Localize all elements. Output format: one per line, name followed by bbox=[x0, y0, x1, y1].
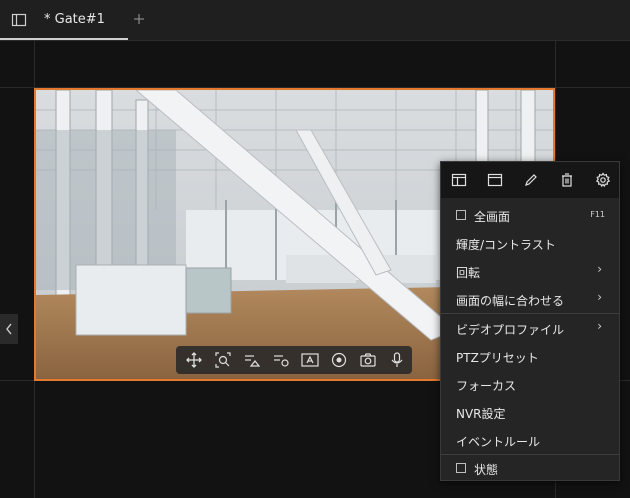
menu-item-nvr-settings[interactable]: NVR設定 bbox=[441, 399, 619, 427]
menu-item-video-profile[interactable]: ビデオプロファイル › bbox=[441, 315, 619, 343]
menu-item-label: PTZプリセット bbox=[456, 351, 539, 365]
move-icon[interactable] bbox=[184, 350, 204, 370]
text-overlay-icon[interactable] bbox=[300, 350, 320, 370]
shortcut-label: F11 bbox=[590, 210, 605, 219]
image-settings-icon[interactable] bbox=[242, 350, 262, 370]
menu-item-label: 状態 bbox=[474, 463, 499, 477]
chevron-right-icon: › bbox=[597, 319, 602, 333]
plus-icon[interactable] bbox=[131, 11, 147, 27]
menu-item-brightness-contrast[interactable]: 輝度/コントラスト bbox=[441, 230, 619, 258]
menu-item-status[interactable]: 状態 bbox=[441, 455, 619, 483]
layout-icon[interactable] bbox=[11, 12, 27, 28]
chevron-right-icon: › bbox=[597, 262, 602, 276]
tab-bar: * Gate#1 bbox=[0, 0, 630, 41]
record-icon[interactable] bbox=[329, 350, 349, 370]
chevron-right-icon: › bbox=[597, 290, 602, 304]
tile-toolbar bbox=[176, 346, 412, 374]
pencil-icon[interactable] bbox=[523, 172, 539, 188]
window-icon[interactable] bbox=[487, 172, 503, 188]
menu-item-fullscreen[interactable]: 全画面 F11 bbox=[441, 202, 619, 230]
context-menu: 全画面 F11 輝度/コントラスト 回転 › 画面の幅に合わせる › ビデオプロ… bbox=[440, 161, 620, 481]
fullscreen-checkbox[interactable] bbox=[456, 210, 466, 220]
menu-item-fit-width[interactable]: 画面の幅に合わせる › bbox=[441, 286, 619, 314]
menu-item-rotate[interactable]: 回転 › bbox=[441, 258, 619, 286]
zoom-icon[interactable] bbox=[213, 350, 233, 370]
trash-icon[interactable] bbox=[559, 172, 575, 188]
menu-separator bbox=[441, 313, 619, 314]
gear-icon[interactable] bbox=[595, 172, 611, 188]
menu-item-event-rules[interactable]: イベントルール bbox=[441, 427, 619, 455]
snapshot-icon[interactable] bbox=[358, 350, 378, 370]
chevron-left-button[interactable] bbox=[0, 314, 18, 344]
menu-item-label: フォーカス bbox=[456, 379, 517, 393]
menu-item-label: 回転 bbox=[456, 266, 481, 280]
split-layout-icon[interactable] bbox=[451, 172, 467, 188]
menu-item-focus[interactable]: フォーカス bbox=[441, 371, 619, 399]
tab-title: * Gate#1 bbox=[44, 12, 105, 27]
tab-gate1[interactable]: * Gate#1 bbox=[0, 0, 128, 40]
menu-item-ptz-preset[interactable]: PTZプリセット bbox=[441, 343, 619, 371]
menu-item-label: イベントルール bbox=[456, 435, 541, 449]
menu-item-label: 画面の幅に合わせる bbox=[456, 294, 565, 308]
context-menu-toolbar bbox=[441, 162, 619, 198]
chevron-left-icon bbox=[6, 323, 12, 335]
menu-item-label: ビデオプロファイル bbox=[456, 323, 565, 337]
menu-item-label: 輝度/コントラスト bbox=[456, 238, 556, 252]
microphone-icon[interactable] bbox=[387, 350, 407, 370]
video-settings-icon[interactable] bbox=[271, 350, 291, 370]
menu-item-label: NVR設定 bbox=[456, 407, 506, 421]
menu-item-label: 全画面 bbox=[474, 210, 511, 224]
status-checkbox[interactable] bbox=[456, 463, 466, 473]
